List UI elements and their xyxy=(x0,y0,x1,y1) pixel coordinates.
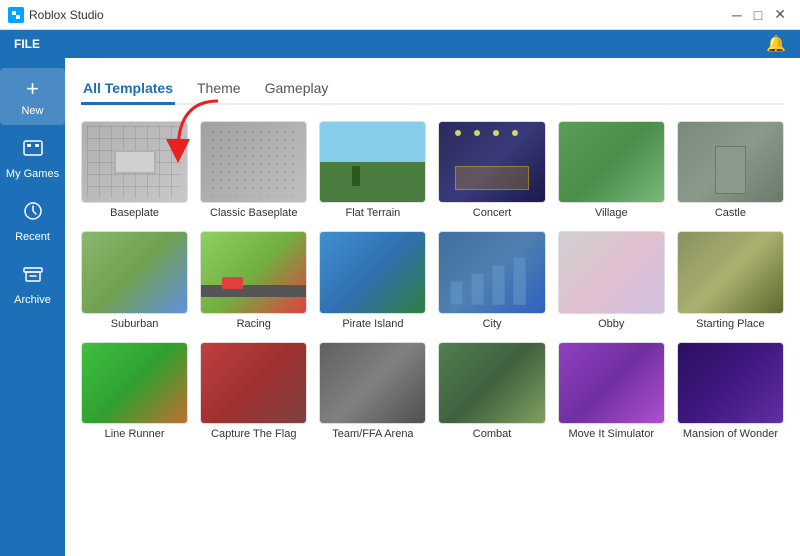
template-name-pirate-island: Pirate Island xyxy=(319,318,426,330)
templates-grid: Baseplate Classic Baseplate Flat Terrain Co… xyxy=(81,121,784,440)
template-name-combat: Combat xyxy=(438,428,545,440)
app-logo: Roblox Studio xyxy=(8,7,104,23)
app-title: Roblox Studio xyxy=(29,8,104,22)
template-thumb-suburban xyxy=(81,231,188,313)
minimize-button[interactable]: ─ xyxy=(726,7,748,23)
template-item-suburban[interactable]: Suburban xyxy=(81,231,188,329)
template-thumb-city xyxy=(438,231,545,313)
template-name-capture-the-flag: Capture The Flag xyxy=(200,428,307,440)
template-item-village[interactable]: Village xyxy=(558,121,665,219)
template-item-move-it-simulator[interactable]: Move It Simulator xyxy=(558,342,665,440)
template-thumb-castle xyxy=(677,121,784,203)
close-button[interactable]: ✕ xyxy=(768,6,792,23)
tab-gameplay[interactable]: Gameplay xyxy=(263,74,331,105)
bell-icon[interactable]: 🔔 xyxy=(760,32,792,56)
template-item-flat-terrain[interactable]: Flat Terrain xyxy=(319,121,426,219)
template-item-team-ffa-arena[interactable]: Team/FFA Arena xyxy=(319,342,426,440)
template-name-team-ffa-arena: Team/FFA Arena xyxy=(319,428,426,440)
title-bar: Roblox Studio ─ □ ✕ xyxy=(0,0,800,30)
template-name-mansion-of-wonder: Mansion of Wonder xyxy=(677,428,784,440)
template-name-line-runner: Line Runner xyxy=(81,428,188,440)
tabs-bar: All Templates Theme Gameplay xyxy=(81,74,784,105)
template-thumb-starting-place xyxy=(677,231,784,313)
template-item-racing[interactable]: Racing xyxy=(200,231,307,329)
template-thumb-move-it-simulator xyxy=(558,342,665,424)
sidebar-item-recent[interactable]: Recent xyxy=(0,192,65,251)
template-thumb-baseplate xyxy=(81,121,188,203)
template-item-castle[interactable]: Castle xyxy=(677,121,784,219)
template-thumb-capture-the-flag xyxy=(200,342,307,424)
sidebar-item-new[interactable]: + New xyxy=(0,68,65,125)
template-thumb-line-runner xyxy=(81,342,188,424)
template-name-obby: Obby xyxy=(558,318,665,330)
roblox-logo-icon xyxy=(8,7,24,23)
template-thumb-mansion-of-wonder xyxy=(677,342,784,424)
template-item-classic-baseplate[interactable]: Classic Baseplate xyxy=(200,121,307,219)
template-name-suburban: Suburban xyxy=(81,318,188,330)
template-item-concert[interactable]: Concert xyxy=(438,121,545,219)
sidebar-item-my-games[interactable]: My Games xyxy=(0,129,65,188)
sidebar-label-my-games: My Games xyxy=(6,168,59,180)
tab-all-templates[interactable]: All Templates xyxy=(81,74,175,105)
template-thumb-classic-baseplate xyxy=(200,121,307,203)
sidebar: + New My Games Recent xyxy=(0,58,65,556)
template-item-starting-place[interactable]: Starting Place xyxy=(677,231,784,329)
template-item-obby[interactable]: Obby xyxy=(558,231,665,329)
template-thumb-pirate-island xyxy=(319,231,426,313)
template-thumb-flat-terrain xyxy=(319,121,426,203)
template-thumb-village xyxy=(558,121,665,203)
recent-icon xyxy=(22,200,44,228)
template-item-pirate-island[interactable]: Pirate Island xyxy=(319,231,426,329)
template-name-move-it-simulator: Move It Simulator xyxy=(558,428,665,440)
template-item-city[interactable]: City xyxy=(438,231,545,329)
template-thumb-concert xyxy=(438,121,545,203)
template-name-baseplate: Baseplate xyxy=(81,207,188,219)
template-item-capture-the-flag[interactable]: Capture The Flag xyxy=(200,342,307,440)
sidebar-label-archive: Archive xyxy=(14,294,51,306)
tab-theme[interactable]: Theme xyxy=(195,74,243,105)
sidebar-label-recent: Recent xyxy=(15,231,50,243)
template-name-village: Village xyxy=(558,207,665,219)
template-name-classic-baseplate: Classic Baseplate xyxy=(200,207,307,219)
content-area: All Templates Theme Gameplay Baseplate Cl… xyxy=(65,58,800,556)
template-name-racing: Racing xyxy=(200,318,307,330)
template-item-baseplate[interactable]: Baseplate xyxy=(81,121,188,219)
template-thumb-obby xyxy=(558,231,665,313)
games-icon xyxy=(22,137,44,165)
new-icon: + xyxy=(26,76,39,102)
file-menu[interactable]: FILE xyxy=(8,35,46,53)
template-thumb-combat xyxy=(438,342,545,424)
template-thumb-racing xyxy=(200,231,307,313)
sidebar-label-new: New xyxy=(21,105,43,117)
archive-icon xyxy=(22,263,44,291)
template-name-flat-terrain: Flat Terrain xyxy=(319,207,426,219)
template-name-castle: Castle xyxy=(677,207,784,219)
template-item-combat[interactable]: Combat xyxy=(438,342,545,440)
template-item-mansion-of-wonder[interactable]: Mansion of Wonder xyxy=(677,342,784,440)
template-item-line-runner[interactable]: Line Runner xyxy=(81,342,188,440)
template-name-concert: Concert xyxy=(438,207,545,219)
template-name-starting-place: Starting Place xyxy=(677,318,784,330)
template-name-city: City xyxy=(438,318,545,330)
sidebar-item-archive[interactable]: Archive xyxy=(0,255,65,314)
maximize-button[interactable]: □ xyxy=(748,7,768,23)
menu-bar: FILE 🔔 xyxy=(0,30,800,58)
template-thumb-team-ffa-arena xyxy=(319,342,426,424)
